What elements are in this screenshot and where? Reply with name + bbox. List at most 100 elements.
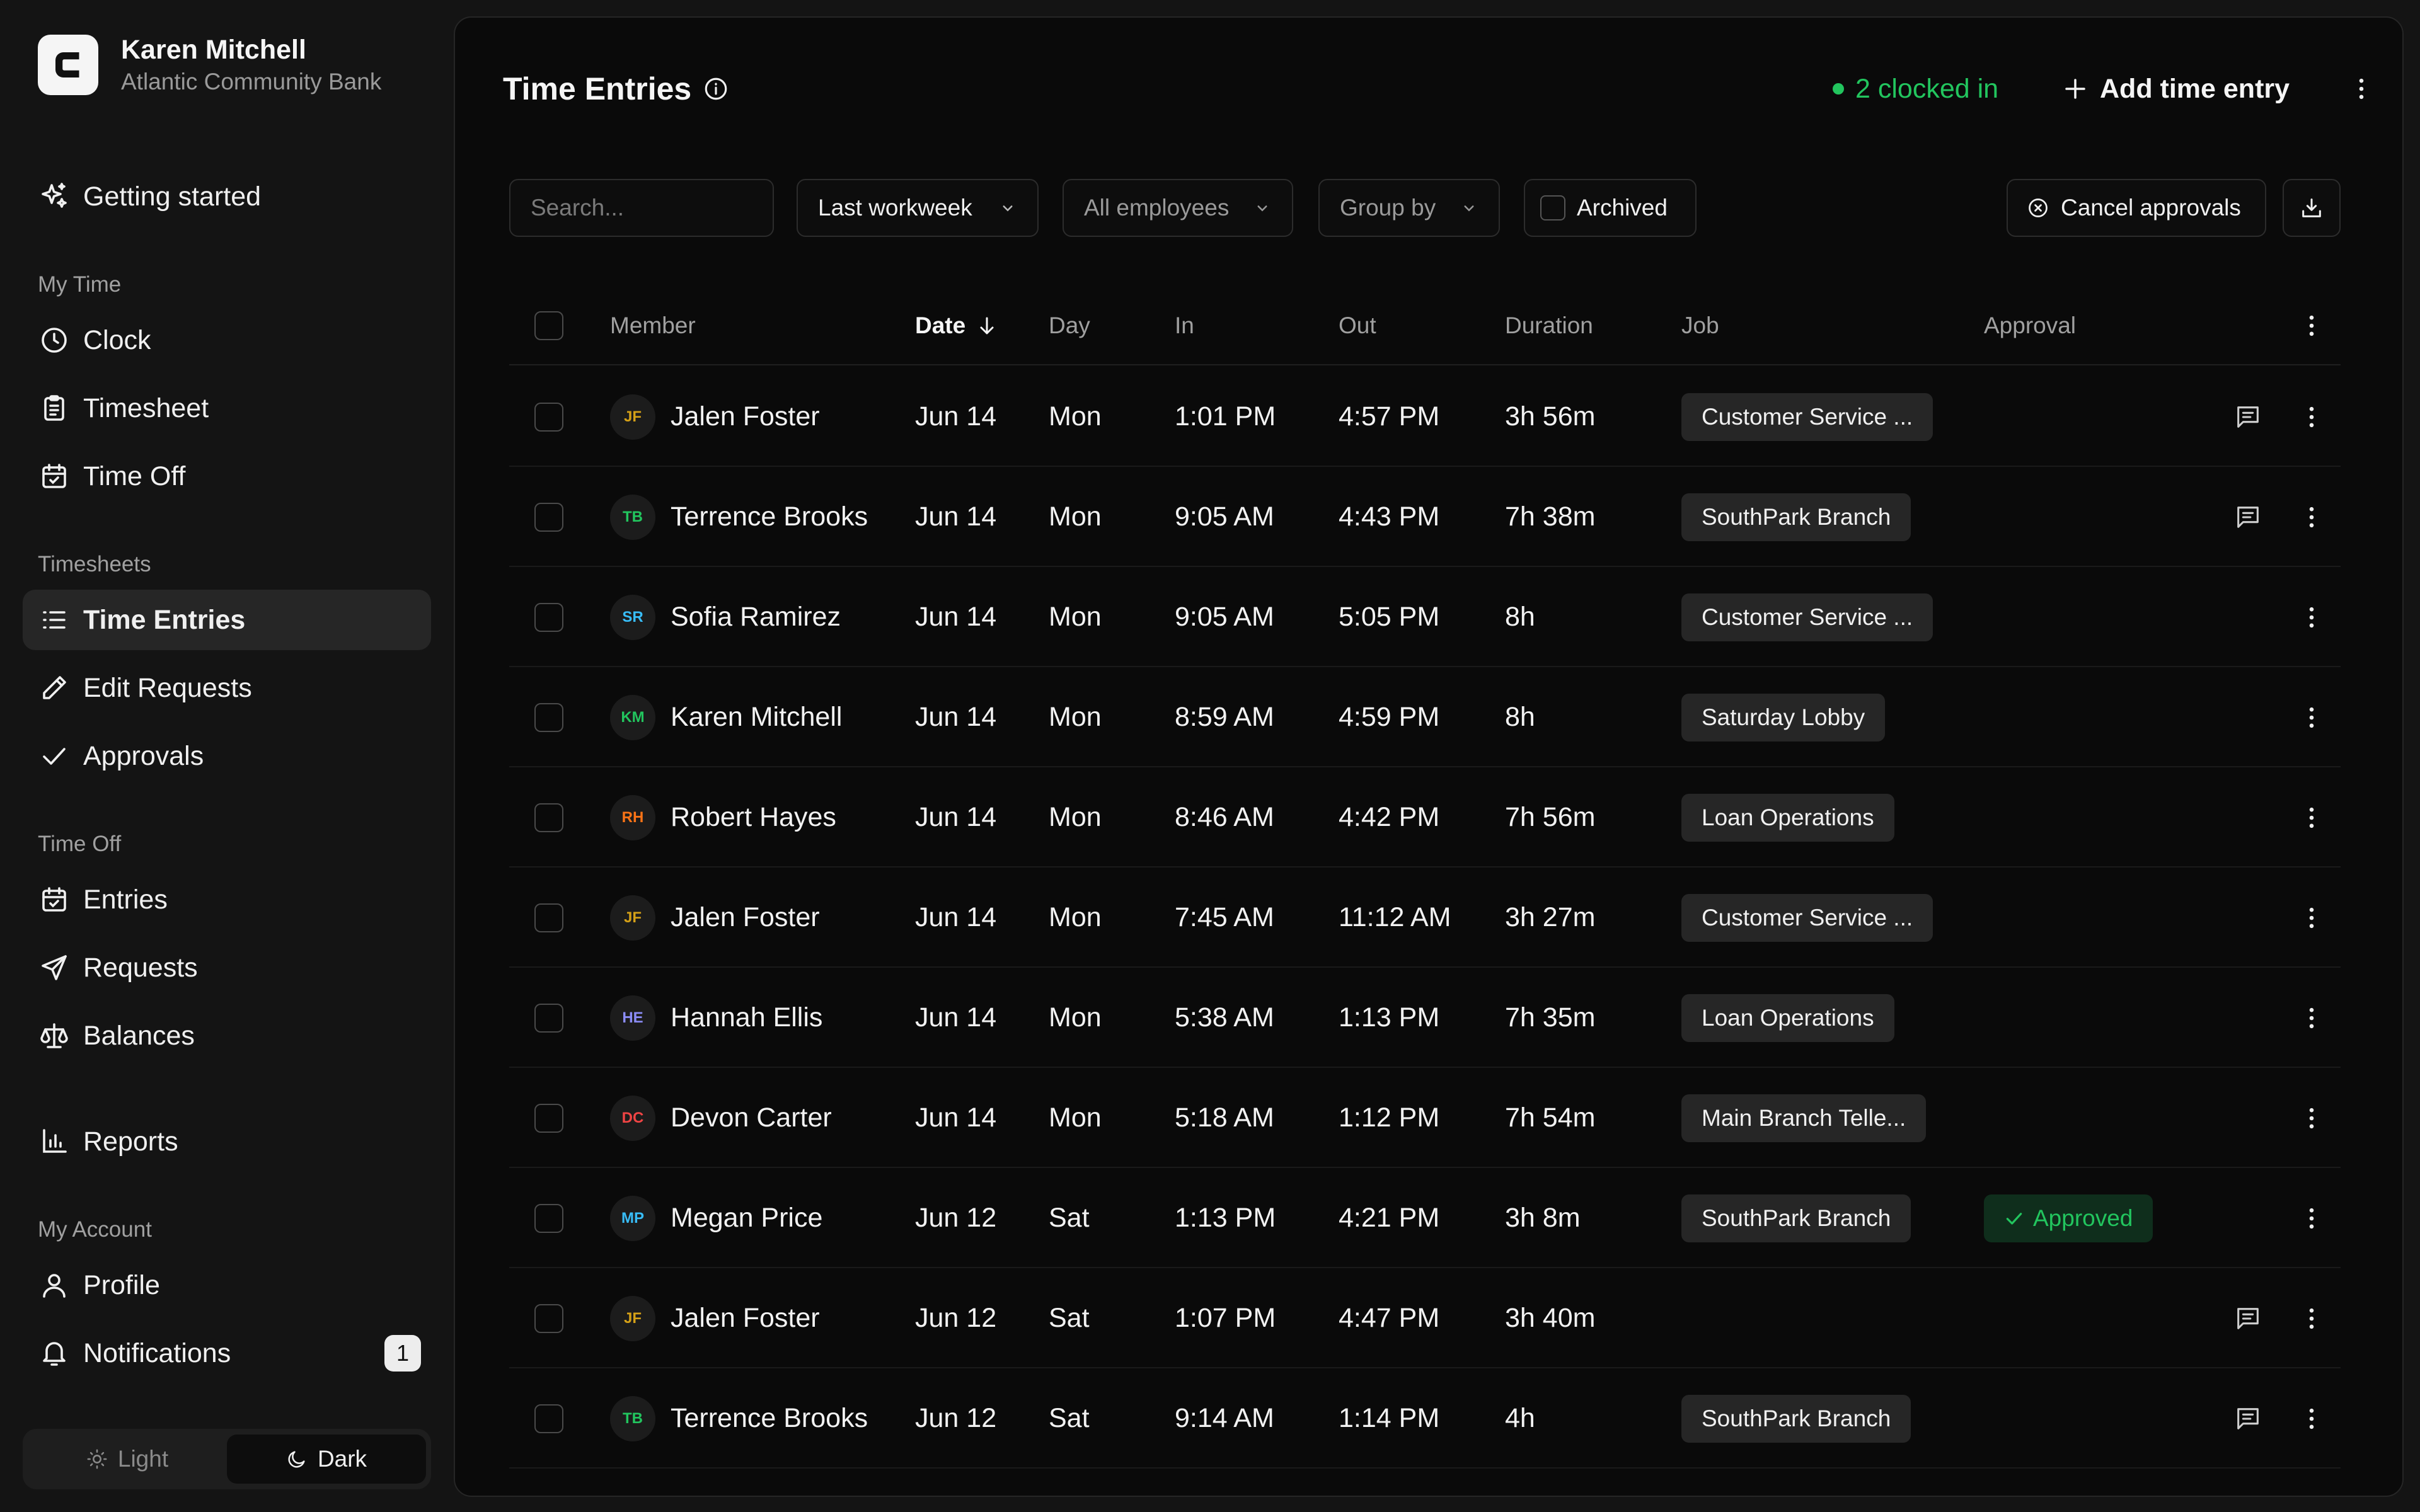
member-cell[interactable]: HE Hannah Ellis [610,968,822,1068]
in-cell: 1:07 PM [1175,1303,1276,1333]
nav-getting-started[interactable]: Getting started [23,166,431,227]
period-select[interactable]: Last workweek [797,179,1039,237]
table-row[interactable]: HE Hannah Ellis Jun 14 Mon 5:38 AM 1:13 PM 7h … [509,968,2341,1068]
member-cell[interactable]: JF Jalen Foster [610,1268,820,1368]
group-by-select[interactable]: Group by [1318,179,1500,237]
member-cell[interactable]: TB Terrence Brooks [610,467,868,567]
member-cell[interactable]: DC Devon Carter [610,1068,832,1168]
table-row[interactable]: JF Jalen Foster Jun 14 Mon 7:45 AM 11:12 AM 3h… [509,868,2341,968]
theme-dark-button[interactable]: Dark [227,1435,426,1484]
column-in[interactable]: In [1175,286,1194,365]
nav-balances[interactable]: Balances [23,1005,431,1066]
row-checkbox[interactable] [534,903,563,932]
table-row[interactable]: TB Terrence Brooks Jun 12 Sat 9:14 AM 1:14 PM… [509,1368,2341,1469]
table-row[interactable]: JF Jalen Foster Jun 14 Mon 1:01 PM 4:57 PM 3h … [509,367,2341,467]
table-row[interactable]: TB Terrence Brooks Jun 14 Mon 9:05 AM 4:43 PM… [509,467,2341,567]
archived-checkbox[interactable] [1540,195,1565,220]
column-member[interactable]: Member [610,286,696,365]
member-cell[interactable]: KM Karen Mitchell [610,667,842,767]
archived-toggle[interactable]: Archived [1524,179,1697,237]
table-row[interactable]: DC Devon Carter Jun 14 Mon 5:18 AM 1:12 PM 7h … [509,1068,2341,1168]
member-cell[interactable]: JF Jalen Foster [610,367,820,467]
row-more-icon[interactable] [2298,367,2325,467]
row-more-icon[interactable] [2298,868,2325,968]
job-tag[interactable]: Customer Service ... [1681,392,1933,441]
comment-icon[interactable] [2233,1268,2262,1368]
add-time-entry-button[interactable]: Add time entry [2062,54,2290,123]
nav-time-entries[interactable]: Time Entries [23,590,431,650]
member-cell[interactable]: TB Terrence Brooks [610,1368,868,1469]
nav-clock[interactable]: Clock [23,310,431,370]
comment-icon[interactable] [2233,1368,2262,1469]
member-name: Hannah Ellis [671,1002,823,1033]
row-more-icon[interactable] [2298,1268,2325,1368]
table-row[interactable]: MP Megan Price Jun 12 Sat 1:13 PM 4:21 PM 3h 8… [509,1168,2341,1268]
row-more-icon[interactable] [2298,1068,2325,1168]
page-more-icon[interactable] [2339,67,2383,111]
column-date[interactable]: Date [915,286,998,365]
nav-reports[interactable]: Reports [23,1111,431,1172]
job-tag[interactable]: Customer Service ... [1681,893,1933,942]
info-icon[interactable] [703,76,729,102]
nav-requests[interactable]: Requests [23,937,431,998]
nav-notifications[interactable]: Notifications 1 [23,1323,431,1383]
clocked-in-label: 2 clocked in [1855,73,1999,104]
member-cell[interactable]: SR Sofia Ramirez [610,567,841,667]
member-cell[interactable]: MP Megan Price [610,1168,822,1268]
select-all-checkbox[interactable] [534,311,563,340]
theme-toggle[interactable]: Light Dark [23,1429,431,1489]
job-tag[interactable]: Loan Operations [1681,994,1894,1042]
comment-icon[interactable] [2233,367,2262,467]
table-row[interactable]: RH Robert Hayes Jun 14 Mon 8:46 AM 4:42 PM 7h … [509,767,2341,868]
columns-more-icon[interactable] [2298,286,2325,365]
column-duration[interactable]: Duration [1505,286,1593,365]
table-row[interactable]: KM Karen Mitchell Jun 14 Mon 8:59 AM 4:59 PM 8… [509,667,2341,767]
job-tag[interactable]: Main Branch Telle... [1681,1094,1927,1142]
nav-profile[interactable]: Profile [23,1255,431,1315]
row-checkbox[interactable] [534,803,563,832]
employees-select[interactable]: All employees [1063,179,1293,237]
theme-light-button[interactable]: Light [28,1435,227,1484]
row-more-icon[interactable] [2298,767,2325,868]
row-more-icon[interactable] [2298,1168,2325,1268]
table-row[interactable]: JF Jalen Foster Jun 12 Sat 1:07 PM 4:47 PM 3h … [509,1268,2341,1368]
job-tag[interactable]: Saturday Lobby [1681,693,1886,742]
row-checkbox[interactable] [534,1303,563,1333]
nav-timesheet[interactable]: Timesheet [23,378,431,438]
nav-entries[interactable]: Entries [23,869,431,930]
clocked-in-status[interactable]: 2 clocked in [1833,54,1998,123]
row-checkbox[interactable] [534,602,563,632]
row-checkbox[interactable] [534,402,563,432]
job-tag[interactable]: SouthPark Branch [1681,493,1911,541]
row-checkbox[interactable] [534,1103,563,1133]
column-job[interactable]: Job [1681,286,1719,365]
row-more-icon[interactable] [2298,567,2325,667]
job-tag[interactable]: Customer Service ... [1681,593,1933,641]
row-checkbox[interactable] [534,702,563,732]
row-checkbox[interactable] [534,1003,563,1033]
comment-icon[interactable] [2233,467,2262,567]
row-more-icon[interactable] [2298,667,2325,767]
job-tag[interactable]: SouthPark Branch [1681,1194,1911,1242]
member-cell[interactable]: RH Robert Hayes [610,767,836,868]
row-more-icon[interactable] [2298,467,2325,567]
nav-approvals[interactable]: Approvals [23,726,431,786]
row-more-icon[interactable] [2298,1368,2325,1469]
search-input[interactable]: Search... [509,179,774,237]
row-more-icon[interactable] [2298,968,2325,1068]
nav-edit-requests[interactable]: Edit Requests [23,658,431,718]
row-checkbox[interactable] [534,1203,563,1233]
download-button[interactable] [2283,179,2341,237]
column-out[interactable]: Out [1339,286,1376,365]
column-approval[interactable]: Approval [1984,286,2076,365]
table-row[interactable]: SR Sofia Ramirez Jun 14 Mon 9:05 AM 5:05 PM 8h… [509,567,2341,667]
column-day[interactable]: Day [1049,286,1090,365]
job-tag[interactable]: Loan Operations [1681,793,1894,842]
row-checkbox[interactable] [534,1404,563,1433]
row-checkbox[interactable] [534,502,563,532]
job-tag[interactable]: SouthPark Branch [1681,1394,1911,1443]
workspace-switcher[interactable]: Karen Mitchell Atlantic Community Bank [38,33,381,97]
cancel-approvals-button[interactable]: Cancel approvals [2007,179,2266,237]
nav-time-off[interactable]: Time Off [23,446,431,507]
member-cell[interactable]: JF Jalen Foster [610,868,820,968]
